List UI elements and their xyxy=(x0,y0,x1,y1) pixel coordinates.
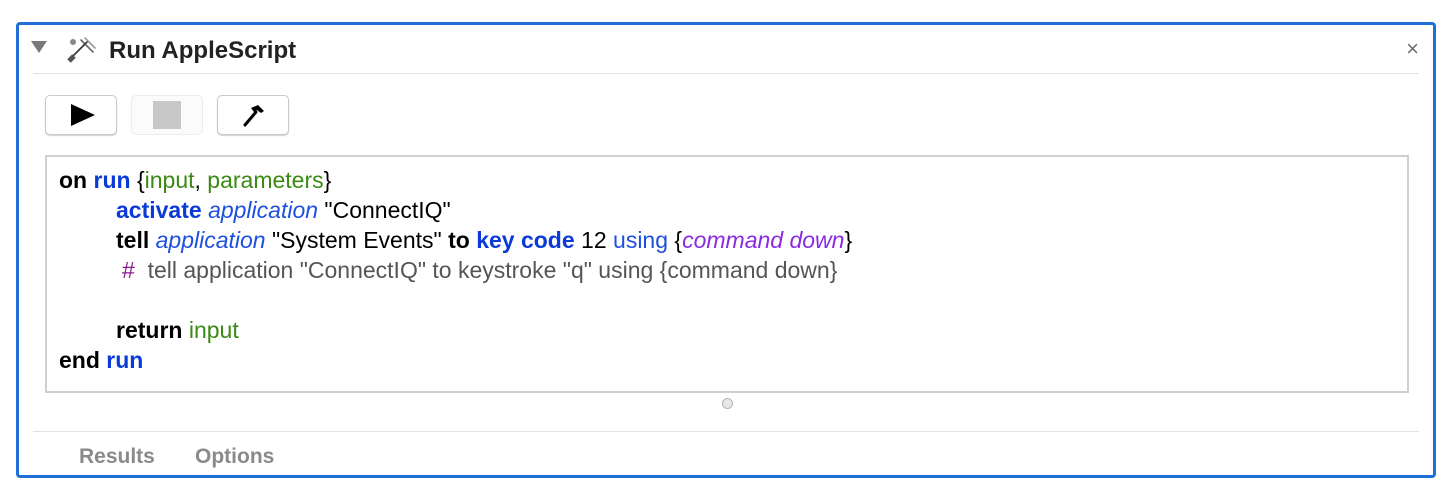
code-line: on run {input, parameters} xyxy=(59,167,332,193)
code-line: end run xyxy=(59,347,144,373)
footer-divider xyxy=(33,431,1419,432)
close-icon[interactable]: × xyxy=(1406,36,1419,62)
code-line: activate application "ConnectIQ" xyxy=(116,197,451,223)
script-editor[interactable]: on run {input, parameters} activate appl… xyxy=(45,155,1409,393)
code-line: return input xyxy=(116,317,239,343)
run-button[interactable] xyxy=(45,95,117,135)
hammer-icon xyxy=(243,105,264,127)
header-divider xyxy=(33,73,1419,74)
stop-icon xyxy=(153,101,181,129)
action-title: Run AppleScript xyxy=(109,37,297,64)
run-applescript-action: Run AppleScript × on run {input, paramet… xyxy=(16,22,1436,478)
play-icon xyxy=(71,104,95,126)
action-header: Run AppleScript × xyxy=(19,25,1433,73)
resize-handle[interactable] xyxy=(722,398,733,409)
code-line: tell application "System Events" to key … xyxy=(116,227,853,253)
stop-button xyxy=(131,95,203,135)
applescript-action-icon xyxy=(67,37,96,63)
code-comment-line: # tell application "ConnectIQ" to keystr… xyxy=(122,257,838,283)
tab-options[interactable]: Options xyxy=(195,445,274,469)
tab-results[interactable]: Results xyxy=(79,445,155,469)
compile-button[interactable] xyxy=(217,95,289,135)
disclosure-triangle-icon[interactable] xyxy=(31,41,47,53)
